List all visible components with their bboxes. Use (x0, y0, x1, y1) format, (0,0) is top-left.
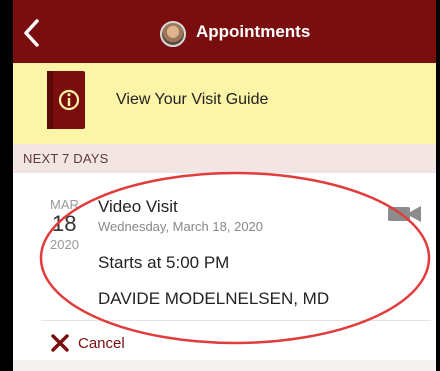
appointment-day: 18 (52, 211, 77, 236)
appointment-card[interactable]: MAR 18 2020 Video Visit Wednesday, March… (13, 172, 436, 360)
section-header: NEXT 7 DAYS (13, 144, 436, 172)
app-screen: Appointments View Your Visit Guide NEXT … (13, 0, 436, 371)
visit-type: Video Visit (98, 197, 178, 216)
close-x-icon (51, 334, 69, 352)
avatar[interactable] (160, 21, 186, 47)
visit-start-time: Starts at 5:00 PM (98, 253, 230, 272)
divider (41, 320, 431, 321)
cancel-button[interactable]: Cancel (51, 331, 125, 355)
video-camera-icon (388, 206, 421, 222)
visit-guide-label: View Your Visit Guide (116, 91, 269, 108)
section-label: NEXT 7 DAYS (23, 151, 109, 166)
chevron-left-icon (24, 19, 39, 47)
page-title: Appointments (196, 22, 311, 41)
appointment-year: 2020 (50, 237, 79, 252)
back-button[interactable] (19, 18, 45, 48)
cancel-label: Cancel (78, 334, 125, 352)
visit-date: Wednesday, March 18, 2020 (98, 219, 264, 234)
app-header: Appointments (13, 0, 436, 63)
visit-guide-banner[interactable]: View Your Visit Guide (13, 63, 436, 144)
appointment-month: MAR (50, 197, 79, 212)
provider-name: DAVIDE MODELNELSEN, MD (98, 289, 330, 308)
guide-book-icon (47, 71, 85, 129)
